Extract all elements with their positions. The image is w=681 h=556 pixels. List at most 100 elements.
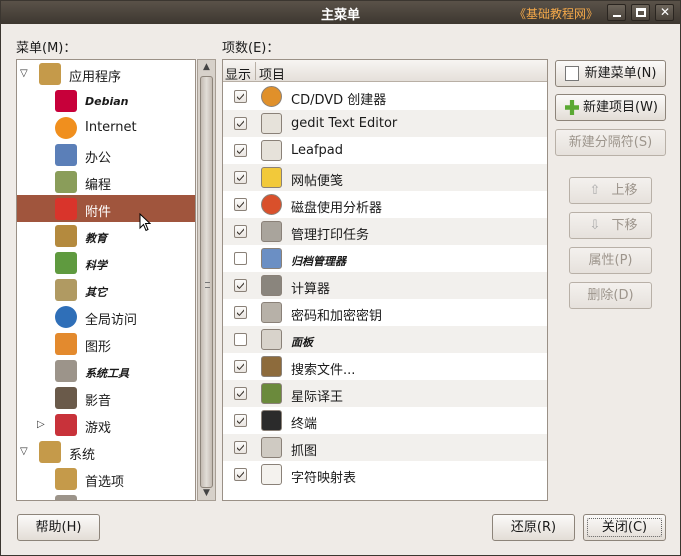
item-row[interactable]: 终端 — [223, 407, 547, 434]
item-row[interactable]: 计算器 — [223, 272, 547, 299]
new-menu-button[interactable]: 新建菜单(N) — [555, 60, 666, 87]
column-show[interactable]: 显示 — [225, 64, 251, 83]
move-up-label: 上移 — [611, 183, 638, 198]
properties-button[interactable]: 属性(P) — [569, 247, 652, 274]
tree-item[interactable]: 首选项 — [17, 465, 195, 492]
menu-tree-scrollbar[interactable]: ▲ ▼ — [197, 59, 216, 501]
item-label: 密码和加密密钥 — [291, 309, 383, 324]
terminal-icon — [261, 410, 282, 431]
tree-item[interactable]: 编程 — [17, 168, 195, 195]
expander-open-icon[interactable]: ▽ — [20, 69, 30, 79]
tree-item[interactable]: Internet — [17, 114, 195, 141]
show-checkbox[interactable] — [234, 198, 247, 211]
tree-item[interactable]: 教育 — [17, 222, 195, 249]
scrollbar-thumb[interactable] — [200, 76, 213, 488]
item-row[interactable]: gedit Text Editor — [223, 110, 547, 137]
tree-item[interactable]: 全局访问 — [17, 303, 195, 330]
move-down-label: 下移 — [611, 218, 638, 233]
tree-item[interactable]: 系统工具 — [17, 357, 195, 384]
expander-open-icon[interactable]: ▽ — [20, 447, 30, 457]
title-bar[interactable]: 主菜单 《基础教程网》 ✕ — [1, 1, 680, 24]
tree-item-label: 办公 — [85, 151, 112, 166]
show-checkbox[interactable] — [234, 387, 247, 400]
science-icon — [55, 252, 77, 274]
item-label: CD/DVD 创建器 — [291, 93, 387, 108]
show-checkbox[interactable] — [234, 441, 247, 454]
show-checkbox[interactable] — [234, 252, 247, 265]
disk-usage-pie-icon — [261, 194, 282, 215]
column-item[interactable]: 项目 — [259, 64, 285, 83]
show-checkbox[interactable] — [234, 414, 247, 427]
item-label: 字符映射表 — [291, 471, 357, 486]
cd-burner-icon — [261, 86, 282, 107]
calculator-icon — [261, 275, 282, 296]
tree-item-label: Internet — [85, 120, 137, 135]
tree-item[interactable]: 附件 — [17, 195, 195, 222]
help-label: 帮助(H) — [35, 520, 82, 535]
item-row[interactable]: 面板 — [223, 326, 547, 353]
sticky-notes-icon — [261, 167, 282, 188]
show-checkbox[interactable] — [234, 279, 247, 292]
items-list[interactable]: 显示 项目 CD/DVD 创建器 gedit Text Editor Leafpad… — [222, 59, 548, 501]
show-checkbox[interactable] — [234, 333, 247, 346]
office-chart-icon — [55, 144, 77, 166]
tree-item[interactable]: ▷ 游戏 — [17, 411, 195, 438]
maximize-button[interactable] — [631, 4, 650, 21]
show-checkbox[interactable] — [234, 360, 247, 373]
tree-item[interactable]: 影音 — [17, 384, 195, 411]
show-checkbox[interactable] — [234, 306, 247, 319]
new-item-button[interactable]: 新建项目(W) — [555, 94, 666, 121]
item-row[interactable]: 归档管理器 — [223, 245, 547, 272]
revert-button[interactable]: 还原(R) — [492, 514, 575, 541]
accessories-scissors-icon — [55, 198, 77, 220]
new-menu-label: 新建菜单(N) — [584, 66, 657, 81]
item-row[interactable]: 字符映射表 — [223, 461, 547, 488]
close-label: 关闭(C) — [601, 520, 648, 535]
item-row[interactable]: 网帖便笺 — [223, 164, 547, 191]
system-tools-gear-icon — [55, 360, 77, 382]
item-label: 计算器 — [291, 282, 331, 297]
tree-item[interactable]: 其它 — [17, 276, 195, 303]
menu-tree[interactable]: ▽ 应用程序 Debian Internet 办公编程 附件 教育 科学其它全局访问 图形 系统工… — [16, 59, 196, 501]
new-separator-button[interactable]: 新建分隔符(S) — [555, 129, 666, 156]
grip-icon — [205, 282, 210, 288]
tree-item[interactable]: 系统管理 — [17, 492, 195, 500]
tree-item[interactable]: 图形 — [17, 330, 195, 357]
tree-item[interactable]: 办公 — [17, 141, 195, 168]
show-checkbox[interactable] — [234, 225, 247, 238]
close-window-button[interactable]: ✕ — [655, 4, 674, 21]
scroll-down-arrow-icon[interactable]: ▼ — [198, 486, 215, 500]
move-up-button[interactable]: ⇧ 上移 — [569, 177, 652, 204]
new-separator-label: 新建分隔符(S) — [568, 135, 653, 150]
properties-label: 属性(P) — [588, 253, 633, 268]
show-checkbox[interactable] — [234, 144, 247, 157]
close-button[interactable]: 关闭(C) — [583, 514, 666, 541]
show-checkbox[interactable] — [234, 117, 247, 130]
item-label: 面板 — [291, 336, 313, 349]
scroll-up-arrow-icon[interactable]: ▲ — [198, 60, 215, 74]
tree-item[interactable]: ▽ 系统 — [17, 438, 195, 465]
tree-item[interactable]: 科学 — [17, 249, 195, 276]
tree-item-label: 其它 — [85, 286, 107, 299]
move-down-button[interactable]: ⇩ 下移 — [569, 212, 652, 239]
item-row[interactable]: 密码和加密密钥 — [223, 299, 547, 326]
internet-globe-icon — [55, 117, 77, 139]
show-checkbox[interactable] — [234, 171, 247, 184]
item-label: gedit Text Editor — [291, 116, 398, 131]
show-checkbox[interactable] — [234, 90, 247, 103]
item-row[interactable]: 管理打印任务 — [223, 218, 547, 245]
delete-button[interactable]: 删除(D) — [569, 282, 652, 309]
expander-closed-icon[interactable]: ▷ — [37, 420, 47, 430]
item-row[interactable]: 星际译王 — [223, 380, 547, 407]
item-row[interactable]: CD/DVD 创建器 — [223, 83, 547, 110]
tree-item[interactable]: ▽ 应用程序 — [17, 60, 195, 87]
minimize-button[interactable] — [607, 4, 626, 21]
show-checkbox[interactable] — [234, 468, 247, 481]
games-cards-icon — [55, 414, 77, 436]
item-row[interactable]: 磁盘使用分析器 — [223, 191, 547, 218]
item-row[interactable]: 搜索文件... — [223, 353, 547, 380]
help-button[interactable]: 帮助(H) — [17, 514, 100, 541]
tree-item[interactable]: Debian — [17, 87, 195, 114]
item-row[interactable]: Leafpad — [223, 137, 547, 164]
item-row[interactable]: 抓图 — [223, 434, 547, 461]
